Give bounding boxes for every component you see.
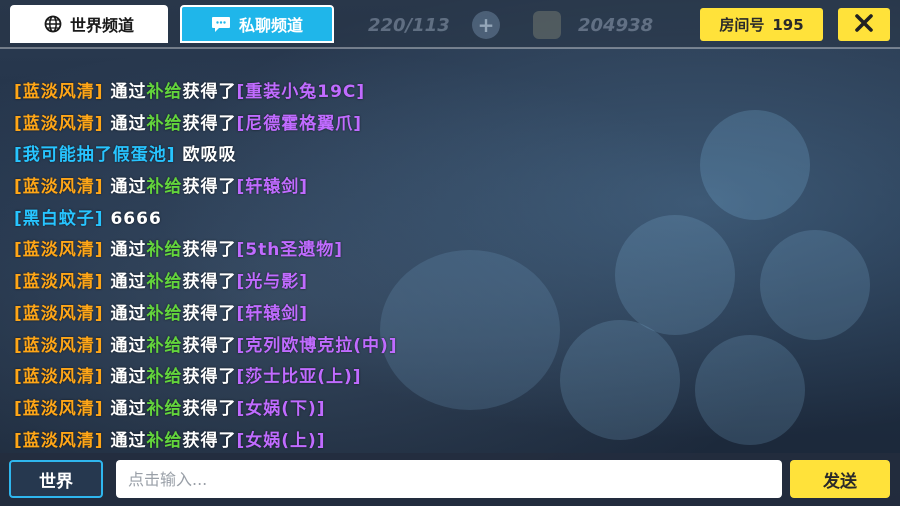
close-icon: [854, 13, 874, 37]
message-action: 获得了: [182, 303, 237, 324]
message-sender[interactable]: [黑白蚊子]: [14, 209, 104, 229]
tab-private-channel[interactable]: 私聊频道: [180, 5, 334, 43]
message-sender[interactable]: [蓝淡风清]: [14, 82, 104, 102]
message-source: 补给: [146, 367, 183, 388]
top-divider: [0, 47, 900, 49]
chat-message: [蓝淡风清] 通过补给获得了[轩辕剑]: [14, 172, 614, 204]
message-via: 通过: [110, 113, 147, 134]
energy-value: 220/113: [368, 14, 450, 36]
message-source: 补给: [146, 177, 183, 198]
bg-circle-supply: [695, 335, 805, 445]
coin-value: 204938: [578, 14, 654, 36]
message-item: [5th圣遗物]: [236, 240, 344, 261]
message-via: 通过: [110, 272, 147, 293]
message-sender[interactable]: [蓝淡风清]: [14, 399, 104, 419]
chat-bubble-icon: [211, 15, 231, 33]
room-label: 房间号: [719, 16, 765, 34]
chat-message: [黑白蚊子] 6666: [14, 204, 614, 236]
bg-circle-equipment: [760, 230, 870, 340]
message-sender[interactable]: [蓝淡风清]: [14, 336, 104, 356]
channel-select-label: 世界: [39, 471, 73, 492]
chat-message: [蓝淡风清] 通过补给获得了[克列欧博克拉(中)]: [14, 331, 614, 363]
message-via: 通过: [110, 82, 147, 102]
message-item: [女娲(下)]: [236, 398, 326, 419]
tab-world-channel[interactable]: 世界频道: [10, 5, 168, 43]
message-source: 补给: [146, 303, 183, 324]
add-energy-button[interactable]: +: [472, 11, 500, 39]
message-action: 获得了: [182, 177, 237, 198]
bg-circle-sortie: [700, 110, 810, 220]
bg-circle-valkyrja: [615, 215, 735, 335]
chat-message: [蓝淡风清] 通过补给获得了[女娲(下)]: [14, 394, 614, 426]
message-text: 欧吸吸: [182, 145, 237, 166]
message-source: 补给: [146, 398, 183, 419]
message-item: [光与影]: [236, 272, 309, 293]
message-via: 通过: [110, 398, 147, 419]
message-source: 补给: [146, 335, 183, 356]
message-item: [莎士比亚(上)]: [236, 367, 362, 388]
message-action: 获得了: [182, 430, 237, 451]
message-item: [轩辕剑]: [236, 177, 309, 198]
send-button[interactable]: 发送: [790, 460, 890, 498]
message-action: 获得了: [182, 272, 237, 293]
channel-select-button[interactable]: 世界: [9, 460, 103, 498]
message-item: [轩辕剑]: [236, 303, 309, 324]
chat-input[interactable]: [116, 460, 782, 498]
message-text: 6666: [110, 208, 162, 229]
message-action: 获得了: [182, 398, 237, 419]
message-via: 通过: [110, 177, 147, 198]
message-action: 获得了: [182, 367, 237, 388]
message-item: [女娲(上)]: [236, 430, 326, 451]
message-source: 补给: [146, 430, 183, 451]
message-source: 补给: [146, 240, 183, 261]
message-source: 补给: [146, 113, 183, 134]
send-label: 发送: [823, 471, 857, 492]
message-sender[interactable]: [蓝淡风清]: [14, 240, 104, 260]
coin-icon: [533, 11, 561, 39]
message-action: 获得了: [182, 82, 237, 102]
coin-counter: 204938: [578, 10, 653, 40]
message-sender[interactable]: [蓝淡风清]: [14, 272, 104, 292]
close-button[interactable]: [838, 8, 890, 41]
chat-message-list: [蓝淡风清] 通过补给获得了[重装小兔19C] [蓝淡风清] 通过补给获得了[尼…: [14, 77, 614, 457]
room-number: 195: [772, 15, 804, 34]
message-source: 补给: [146, 82, 183, 102]
chat-message: [我可能抽了假蛋池] 欧吸吸: [14, 140, 614, 172]
message-source: 补给: [146, 272, 183, 293]
message-via: 通过: [110, 430, 147, 451]
chat-message: [蓝淡风清] 通过补给获得了[莎士比亚(上)]: [14, 362, 614, 394]
message-sender[interactable]: [蓝淡风清]: [14, 367, 104, 387]
message-via: 通过: [110, 303, 147, 324]
message-sender[interactable]: [蓝淡风清]: [14, 114, 104, 134]
tab-private-label: 私聊频道: [238, 16, 303, 35]
message-via: 通过: [110, 240, 147, 261]
message-sender[interactable]: [蓝淡风清]: [14, 177, 104, 197]
globe-icon: [44, 15, 62, 33]
energy-counter: 220/113: [368, 10, 450, 40]
room-number-badge: 房间号 195: [700, 8, 823, 41]
message-action: 获得了: [182, 240, 237, 261]
message-sender[interactable]: [蓝淡风清]: [14, 431, 104, 451]
tab-world-label: 世界频道: [69, 16, 134, 35]
chat-message: [蓝淡风清] 通过补给获得了[5th圣遗物]: [14, 235, 614, 267]
message-via: 通过: [110, 335, 147, 356]
chat-message: [蓝淡风清] 通过补给获得了[重装小兔19C]: [14, 77, 614, 109]
message-action: 获得了: [182, 113, 237, 134]
chat-message: [蓝淡风清] 通过补给获得了[尼德霍格翼爪]: [14, 109, 614, 141]
chat-message: [蓝淡风清] 通过补给获得了[轩辕剑]: [14, 299, 614, 331]
message-sender[interactable]: [我可能抽了假蛋池]: [14, 145, 176, 165]
message-item: [尼德霍格翼爪]: [236, 113, 363, 134]
message-item: [克列欧博克拉(中)]: [236, 335, 398, 356]
message-via: 通过: [110, 367, 147, 388]
message-action: 获得了: [182, 335, 237, 356]
chat-message: [蓝淡风清] 通过补给获得了[光与影]: [14, 267, 614, 299]
message-sender[interactable]: [蓝淡风清]: [14, 304, 104, 324]
message-item: [重装小兔19C]: [236, 82, 366, 102]
